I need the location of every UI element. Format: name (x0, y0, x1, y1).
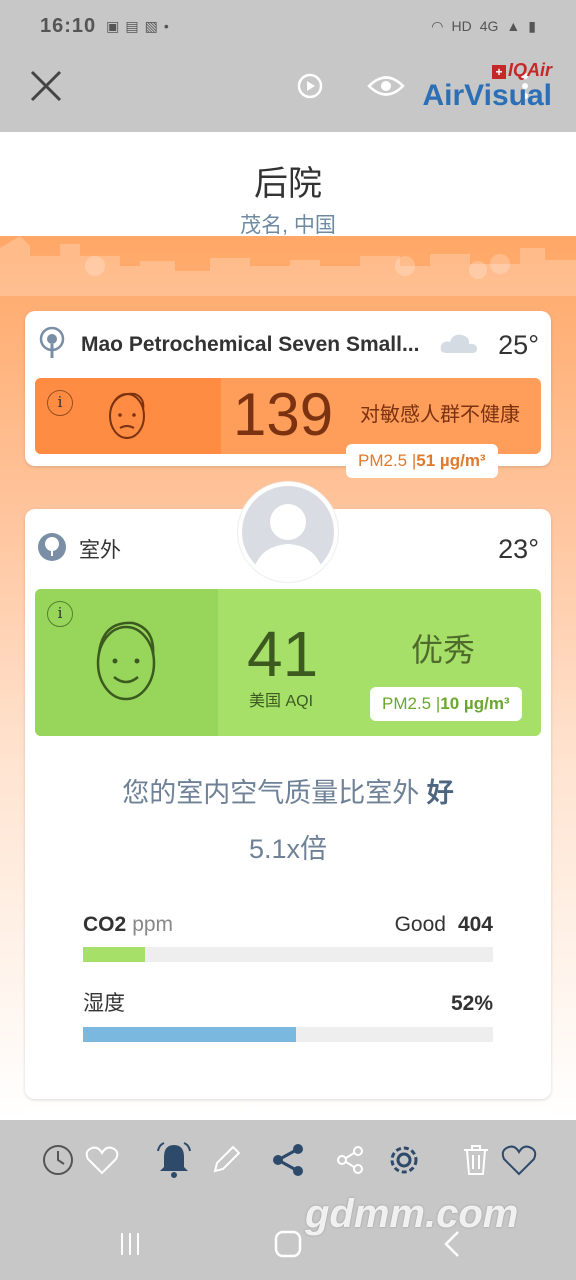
rotate-icon[interactable] (290, 66, 330, 106)
comparison-text: 您的室内空气质量比室外 好 (25, 771, 551, 810)
brand-iqair: + IQAir (422, 60, 552, 81)
metric-value: 404 (457, 913, 493, 936)
metric-humidity: 湿度 52% (83, 987, 493, 1042)
metric-bar (83, 947, 493, 962)
metric-bar-fill (83, 947, 145, 962)
indoor-pm25-pill: PM2.5 | 10 µg/m³ (370, 687, 522, 721)
recent-apps-icon[interactable] (110, 1226, 150, 1262)
share-icon[interactable] (268, 1138, 308, 1182)
indoor-device-card[interactable]: 室外 23° i 41 美国 AQI 优秀 PM2.5 | 10 µg/m³ 您… (25, 509, 551, 1099)
station-row: Mao Petrochemical Seven Small... 25° (37, 325, 539, 365)
indoor-aqi-value: 41 (247, 618, 319, 690)
station-pin-icon (37, 326, 67, 365)
history-icon[interactable] (38, 1140, 78, 1180)
happy-face-icon (96, 621, 156, 701)
brand-airvisual: AirVisual (422, 79, 552, 112)
indoor-aqi-description: 优秀 (411, 632, 476, 668)
signal-icon: ▲ (506, 18, 521, 34)
status-time: 16:10 (40, 14, 97, 37)
aqi-face-area: i (35, 589, 218, 736)
hd-icon: HD (451, 18, 472, 34)
share-outline-icon[interactable] (330, 1140, 370, 1180)
pm25-value: 10 µg/m³ (440, 694, 510, 713)
tree-icon (37, 532, 67, 567)
station-pm25-pill: PM2.5 | 51 µg/m³ (346, 444, 498, 478)
dot-icon: • (163, 17, 169, 34)
cloud-icon (439, 331, 479, 360)
metric-unit: ppm (132, 913, 174, 936)
heart-icon[interactable] (82, 1140, 122, 1180)
alert-bell-icon[interactable] (154, 1138, 194, 1182)
skyline-illustration (0, 236, 576, 296)
metric-bar-fill (83, 1027, 297, 1042)
person-icon (252, 504, 324, 578)
edit-icon[interactable] (206, 1140, 246, 1180)
metric-status: Good (394, 913, 446, 936)
comparison-ratio: 5.1x倍 (248, 834, 328, 864)
location-subtitle: 茂名, 中国 (240, 214, 336, 237)
nearest-station-card[interactable]: Mao Petrochemical Seven Small... 25° i 1… (25, 311, 551, 466)
pm25-label: PM2.5 | (358, 451, 417, 470)
status-bar: 16:10 ▣ ▤ ▧ • ◠ HD 4G ▲ ▮ (0, 0, 576, 52)
pm25-label: PM2.5 | (382, 694, 441, 713)
indoor-aqi-unit: 美国 AQI (249, 693, 314, 710)
aqi-face-area: i (35, 378, 221, 454)
home-icon[interactable] (268, 1224, 308, 1264)
station-aqi-panel[interactable]: i 139 对敏感人群不健康 (35, 378, 541, 454)
battery-icon: ▮ (528, 17, 536, 34)
top-bar: + IQAir AirVisual (0, 52, 576, 132)
location-header: 后院 茂名, 中国 (0, 132, 576, 242)
info-icon[interactable]: i (47, 601, 73, 627)
close-icon[interactable] (24, 64, 68, 108)
favorite-icon[interactable] (498, 1140, 540, 1180)
brand-logo: + IQAir AirVisual (422, 60, 552, 111)
watermark-text: gdmm.com (305, 1192, 519, 1236)
station-aqi-description: 对敏感人群不健康 (360, 404, 520, 426)
status-left-icons: ▣ ▤ ▧ • (106, 18, 169, 35)
metric-value: 52% (450, 992, 493, 1015)
trash-icon[interactable] (456, 1140, 496, 1180)
pm25-value: 51 µg/m³ (416, 451, 486, 470)
station-name: Mao Petrochemical Seven Small... (81, 333, 420, 356)
wifi-icon: ◠ (431, 17, 444, 34)
4g-icon: 4G (479, 18, 499, 34)
metric-label: 湿度 (83, 992, 125, 1015)
metric-co2: CO2 ppm Good 404 (83, 913, 493, 962)
metric-bar (83, 1027, 493, 1042)
status-right-icons: ◠ HD 4G ▲ ▮ (431, 18, 536, 35)
page-title: 后院 (254, 165, 322, 203)
card-divider (25, 1108, 551, 1114)
station-temperature: 25° (498, 329, 539, 360)
info-icon[interactable]: i (47, 390, 73, 416)
gallery-icon: ▣ (106, 17, 120, 34)
avatar[interactable] (238, 482, 338, 582)
outdoor-temperature: 23° (498, 533, 539, 564)
metric-label: CO2 (83, 913, 127, 936)
station-aqi-value: 139 (233, 381, 334, 448)
outdoor-label: 室外 (79, 539, 121, 562)
comparison-sentence: 您的室内空气质量比室外 (122, 778, 427, 808)
settings-icon[interactable] (382, 1138, 426, 1182)
indoor-aqi-panel[interactable]: i 41 美国 AQI 优秀 PM2.5 | 10 µg/m³ (35, 589, 541, 736)
screenshot-icon: ▧ (144, 17, 158, 34)
comparison-emphasis: 好 (426, 778, 454, 808)
eye-icon[interactable] (364, 66, 408, 106)
sim-icon: ▤ (125, 17, 139, 34)
unhappy-face-icon (109, 392, 145, 439)
